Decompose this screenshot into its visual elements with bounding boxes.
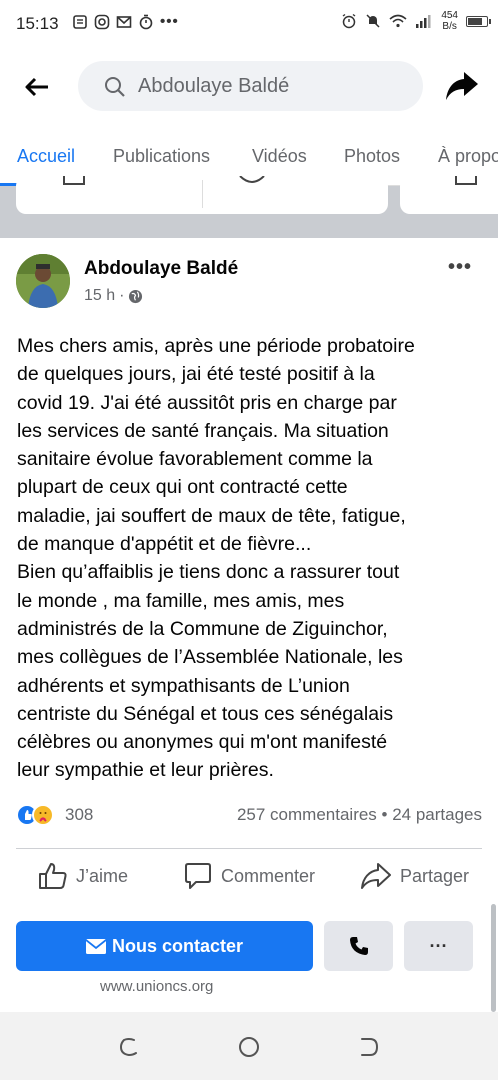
like-button[interactable]: J’aime bbox=[38, 862, 128, 890]
comments-shares-count[interactable]: 257 commentaires • 24 partages bbox=[237, 805, 482, 825]
profile-photo bbox=[16, 254, 70, 308]
battery-icon bbox=[466, 15, 491, 27]
contact-button[interactable]: Nous contacter bbox=[16, 921, 313, 971]
instagram-icon bbox=[94, 14, 110, 29]
share-icon bbox=[361, 863, 391, 889]
comment-button[interactable]: Commenter bbox=[183, 862, 315, 890]
post-time[interactable]: 15 h bbox=[84, 287, 115, 305]
notification-icons: ••• bbox=[72, 13, 179, 30]
signal-icon bbox=[416, 15, 431, 28]
tab-videos[interactable]: Vidéos bbox=[252, 146, 307, 167]
divider bbox=[16, 848, 482, 849]
back-icon[interactable] bbox=[358, 1036, 380, 1058]
post-meta: 15 h · bbox=[84, 287, 143, 305]
battery-level bbox=[468, 17, 482, 25]
like-icon bbox=[39, 863, 67, 889]
search-icon bbox=[105, 77, 125, 97]
reaction-icons bbox=[16, 804, 60, 826]
envelope-icon bbox=[85, 938, 106, 954]
share-label: Partager bbox=[400, 865, 470, 886]
like-label: J’aime bbox=[76, 865, 129, 886]
home-icon[interactable] bbox=[238, 1036, 260, 1058]
post-options-icon[interactable]: ••• bbox=[448, 256, 472, 279]
mute-icon bbox=[366, 14, 380, 28]
care-reaction-icon bbox=[32, 804, 54, 826]
comment-label: Commenter bbox=[221, 865, 316, 886]
tab-publications[interactable]: Publications bbox=[113, 146, 210, 167]
share-button[interactable]: Partager bbox=[360, 862, 469, 890]
tab-a-propos[interactable]: À propo bbox=[438, 146, 498, 167]
page-cta-row: Nous contacter ··· bbox=[0, 920, 498, 972]
alarm-icon bbox=[342, 13, 356, 29]
post-card: Abdoulaye Baldé 15 h · ••• Mes chers ami… bbox=[0, 238, 498, 1018]
meta-separator: · bbox=[119, 287, 125, 304]
divider bbox=[202, 180, 203, 208]
more-dots-icon: ••• bbox=[160, 13, 179, 30]
gmail-icon bbox=[116, 15, 132, 28]
network-speed: 454 B/s bbox=[441, 10, 458, 32]
back-arrow-icon[interactable] bbox=[22, 72, 52, 102]
system-nav-bar bbox=[0, 1012, 498, 1080]
website-link[interactable]: www.unioncs.org bbox=[100, 978, 213, 995]
comment-icon bbox=[185, 863, 211, 889]
more-options-button[interactable]: ··· bbox=[404, 921, 473, 971]
timer-icon bbox=[139, 14, 153, 29]
tab-photos[interactable]: Photos bbox=[344, 146, 400, 167]
network-speed-unit: B/s bbox=[442, 21, 457, 32]
more-dots-icon: ··· bbox=[429, 935, 448, 956]
message-icon bbox=[73, 14, 87, 29]
search-query: Abdoulaye Baldé bbox=[138, 75, 290, 97]
like-icon bbox=[63, 176, 85, 185]
recents-icon[interactable] bbox=[118, 1036, 140, 1058]
avatar[interactable] bbox=[16, 254, 70, 308]
phone-icon bbox=[349, 937, 368, 955]
network-speed-value: 454 bbox=[441, 10, 458, 21]
message-icon bbox=[239, 176, 265, 183]
status-time: 15:13 bbox=[16, 14, 59, 33]
search-header: Abdoulaye Baldé bbox=[0, 58, 498, 114]
system-icons: 454 B/s bbox=[341, 10, 491, 32]
scrolled-page-actions bbox=[0, 176, 498, 238]
call-button[interactable] bbox=[324, 921, 393, 971]
reaction-count: 308 bbox=[65, 805, 94, 824]
reactions-summary[interactable]: 308 257 commentaires • 24 partages bbox=[16, 802, 482, 828]
wifi-icon bbox=[389, 14, 407, 28]
scrollbar[interactable] bbox=[491, 904, 496, 1012]
globe-icon bbox=[129, 289, 143, 303]
contact-label: Nous contacter bbox=[111, 935, 244, 956]
page-actions-card[interactable] bbox=[16, 176, 388, 214]
post-author[interactable]: Abdoulaye Baldé bbox=[84, 258, 238, 280]
tab-accueil[interactable]: Accueil bbox=[17, 146, 75, 167]
page-actions-card-secondary[interactable] bbox=[400, 176, 498, 214]
like-icon bbox=[455, 176, 477, 185]
post-text: Mes chers amis, après une période probat… bbox=[17, 335, 415, 782]
post-actions: J’aime Commenter Partager bbox=[0, 862, 498, 898]
status-bar: 15:13 ••• 454 B/s bbox=[0, 0, 498, 50]
search-input[interactable]: Abdoulaye Baldé bbox=[78, 61, 423, 111]
share-icon[interactable] bbox=[444, 70, 480, 102]
